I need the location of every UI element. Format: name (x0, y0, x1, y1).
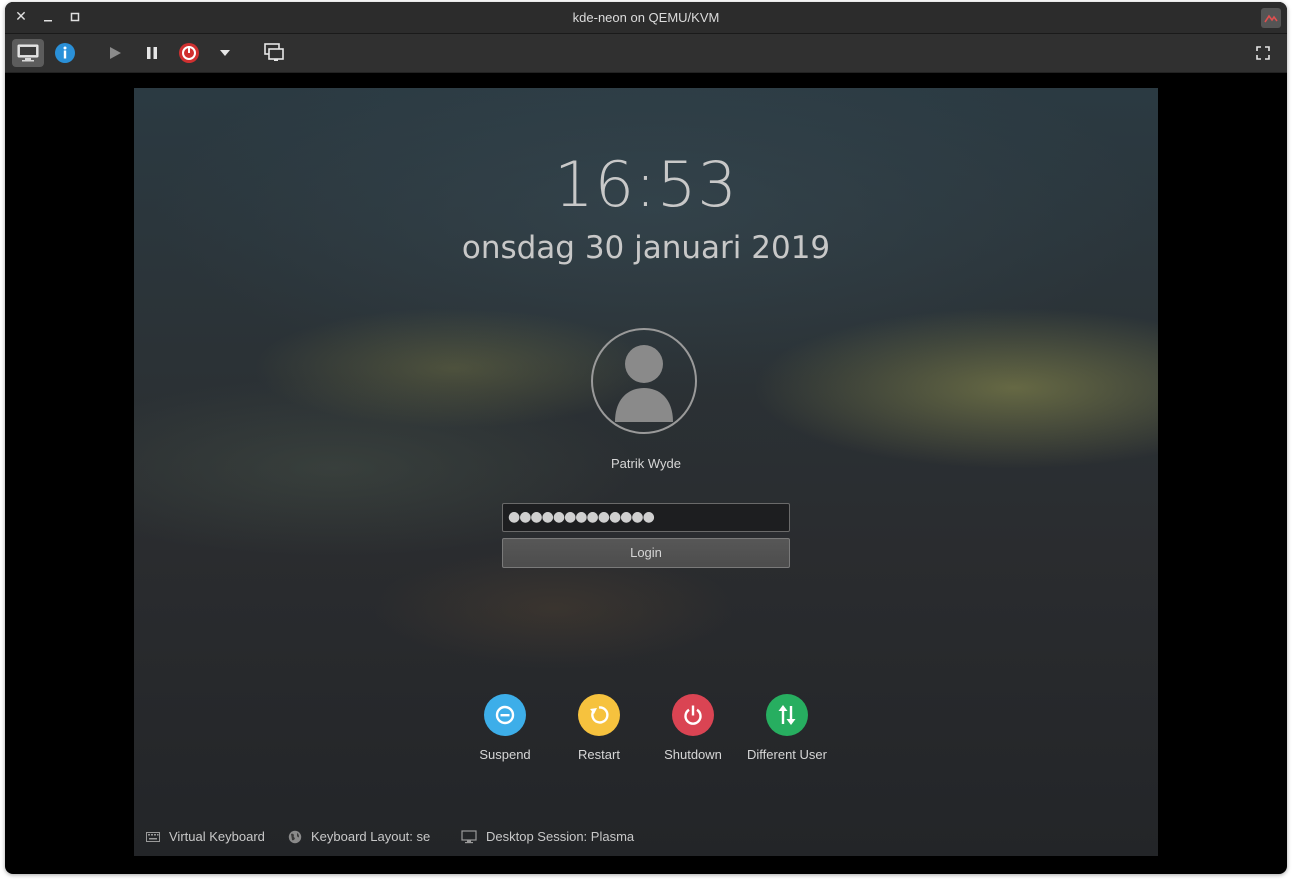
shutdown-label: Shutdown (664, 747, 722, 762)
globe-icon (288, 830, 302, 843)
show-console-icon[interactable] (12, 39, 44, 67)
snapshots-icon[interactable] (258, 39, 290, 67)
fullscreen-icon[interactable] (1247, 39, 1279, 67)
clock: 16:53 (554, 148, 738, 221)
dropdown-arrow-icon[interactable] (209, 39, 241, 67)
user-icon (615, 345, 673, 422)
virtual-keyboard-button[interactable]: Virtual Keyboard (146, 829, 265, 844)
shutdown-icon[interactable] (173, 39, 205, 67)
suspend-icon (484, 694, 526, 736)
keyboard-icon (146, 831, 160, 842)
date: onsdag 30 januari 2019 (461, 230, 831, 266)
username-label: Patrik Wyde (611, 456, 681, 471)
different-user-label: Different User (747, 747, 827, 762)
window-title: kde-neon on QEMU/KVM (572, 10, 720, 25)
desktop-session-label: Desktop Session: Plasma (486, 829, 635, 844)
different-user-button[interactable]: Different User (737, 694, 837, 762)
toolbar (5, 34, 1287, 73)
desktop-session-button[interactable]: Desktop Session: Plasma (461, 829, 634, 844)
suspend-button[interactable]: Suspend (455, 694, 555, 762)
vm-window: ✕ kde-neon on QEMU/KVM 16:53 onsdag 30 j… (5, 2, 1287, 874)
monitor-icon (461, 829, 477, 843)
restart-icon (578, 694, 620, 736)
power-icon (672, 694, 714, 736)
details-icon[interactable] (49, 39, 81, 67)
title-bar: ✕ kde-neon on QEMU/KVM (5, 2, 1287, 34)
app-icon (1261, 8, 1281, 28)
avatar[interactable] (591, 328, 697, 434)
keyboard-layout-button[interactable]: Keyboard Layout: se (288, 829, 430, 844)
keyboard-layout-label: Keyboard Layout: se (311, 829, 431, 844)
run-icon[interactable] (99, 39, 131, 67)
suspend-label: Suspend (479, 747, 531, 762)
login-button[interactable]: Login (502, 538, 790, 568)
password-field[interactable]: ●●●●●●●●●●●●● (502, 503, 790, 532)
shutdown-button[interactable]: Shutdown (643, 694, 743, 762)
vm-display[interactable]: 16:53 onsdag 30 januari 2019 Patrik Wyde… (134, 88, 1158, 856)
virtual-keyboard-label: Virtual Keyboard (169, 829, 265, 844)
switch-user-icon (766, 694, 808, 736)
restart-button[interactable]: Restart (549, 694, 649, 762)
pause-icon[interactable] (136, 39, 168, 67)
restart-label: Restart (578, 747, 620, 762)
